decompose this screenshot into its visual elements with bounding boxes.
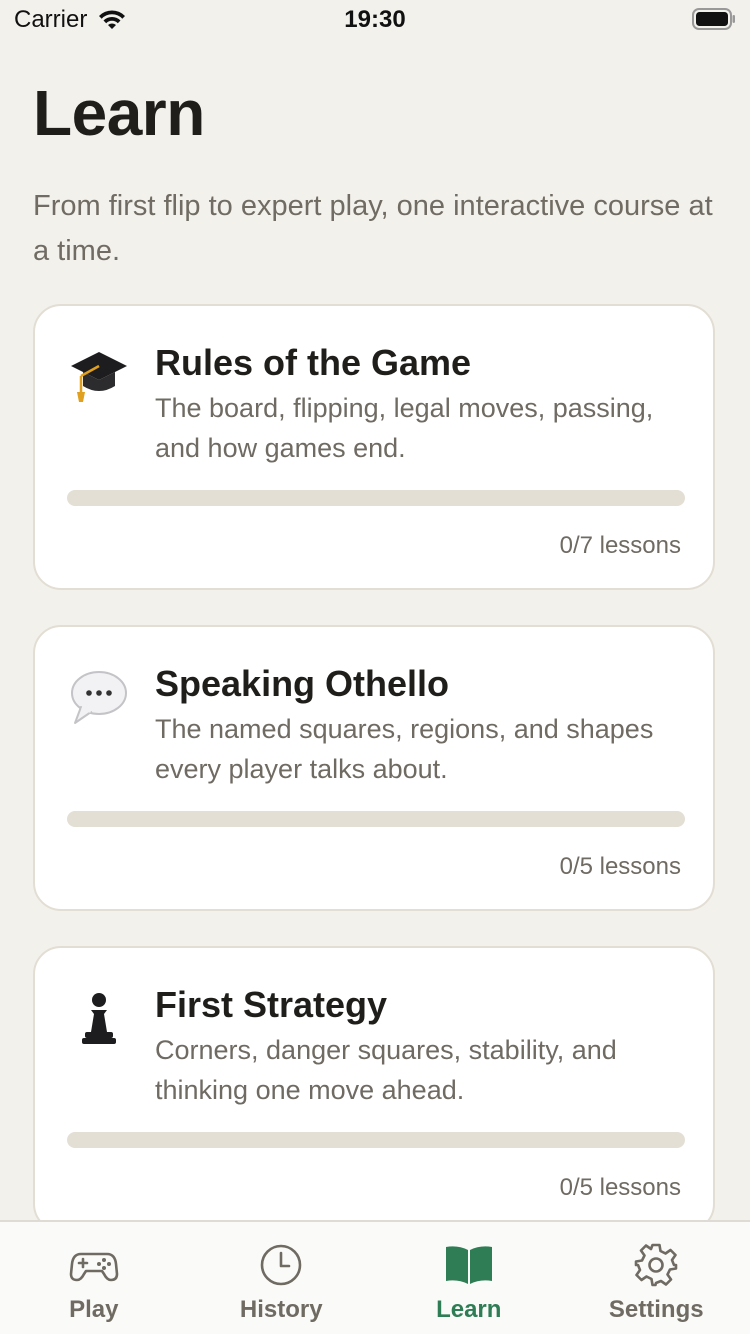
book-icon — [445, 1246, 492, 1284]
graduation-cap-icon — [71, 352, 127, 402]
course-title: Speaking Othello — [155, 663, 450, 704]
tab-play[interactable]: Play — [0, 1222, 188, 1334]
course-card-speaking[interactable]: Speaking Othello The named squares, regi… — [33, 625, 715, 911]
tab-label: History — [239, 1296, 323, 1323]
lessons-count: 0/5 lessons — [559, 1174, 681, 1201]
course-card-rules[interactable]: Rules of the Game The board, flipping, l… — [33, 304, 715, 590]
status-bar: Carrier 19:30 — [0, 0, 750, 40]
course-card-strategy[interactable]: First Strategy Corners, danger squares, … — [33, 946, 715, 1232]
tab-bar: Play History Learn Settings — [0, 1220, 750, 1334]
battery-icon — [692, 8, 735, 30]
course-progress-bar — [67, 1132, 685, 1148]
course-description: The named squares, regions, and shapes e… — [155, 714, 654, 784]
chess-pawn-icon — [82, 993, 116, 1044]
page-title: Learn — [33, 77, 205, 149]
gamepad-icon — [69, 1252, 119, 1282]
course-description: Corners, danger squares, stability, and … — [155, 1035, 617, 1105]
course-title: First Strategy — [155, 984, 388, 1025]
speech-bubble-icon — [71, 671, 127, 724]
course-progress-bar — [67, 490, 685, 506]
page-subtitle: From first flip to expert play, one inte… — [33, 190, 713, 267]
tab-label: Learn — [436, 1296, 502, 1323]
tab-settings[interactable]: Settings — [563, 1222, 750, 1334]
tab-learn[interactable]: Learn — [375, 1222, 563, 1334]
lessons-count: 0/5 lessons — [559, 853, 681, 880]
tab-label: Settings — [608, 1296, 704, 1323]
tab-history[interactable]: History — [188, 1222, 376, 1334]
tab-label: Play — [69, 1296, 119, 1323]
course-description: The board, flipping, legal moves, passin… — [155, 393, 654, 463]
gear-icon — [634, 1243, 678, 1287]
status-time: 19:30 — [344, 6, 406, 33]
course-progress-bar — [67, 811, 685, 827]
course-title: Rules of the Game — [155, 342, 472, 383]
clock-icon — [260, 1244, 302, 1286]
lessons-count: 0/7 lessons — [559, 532, 681, 559]
